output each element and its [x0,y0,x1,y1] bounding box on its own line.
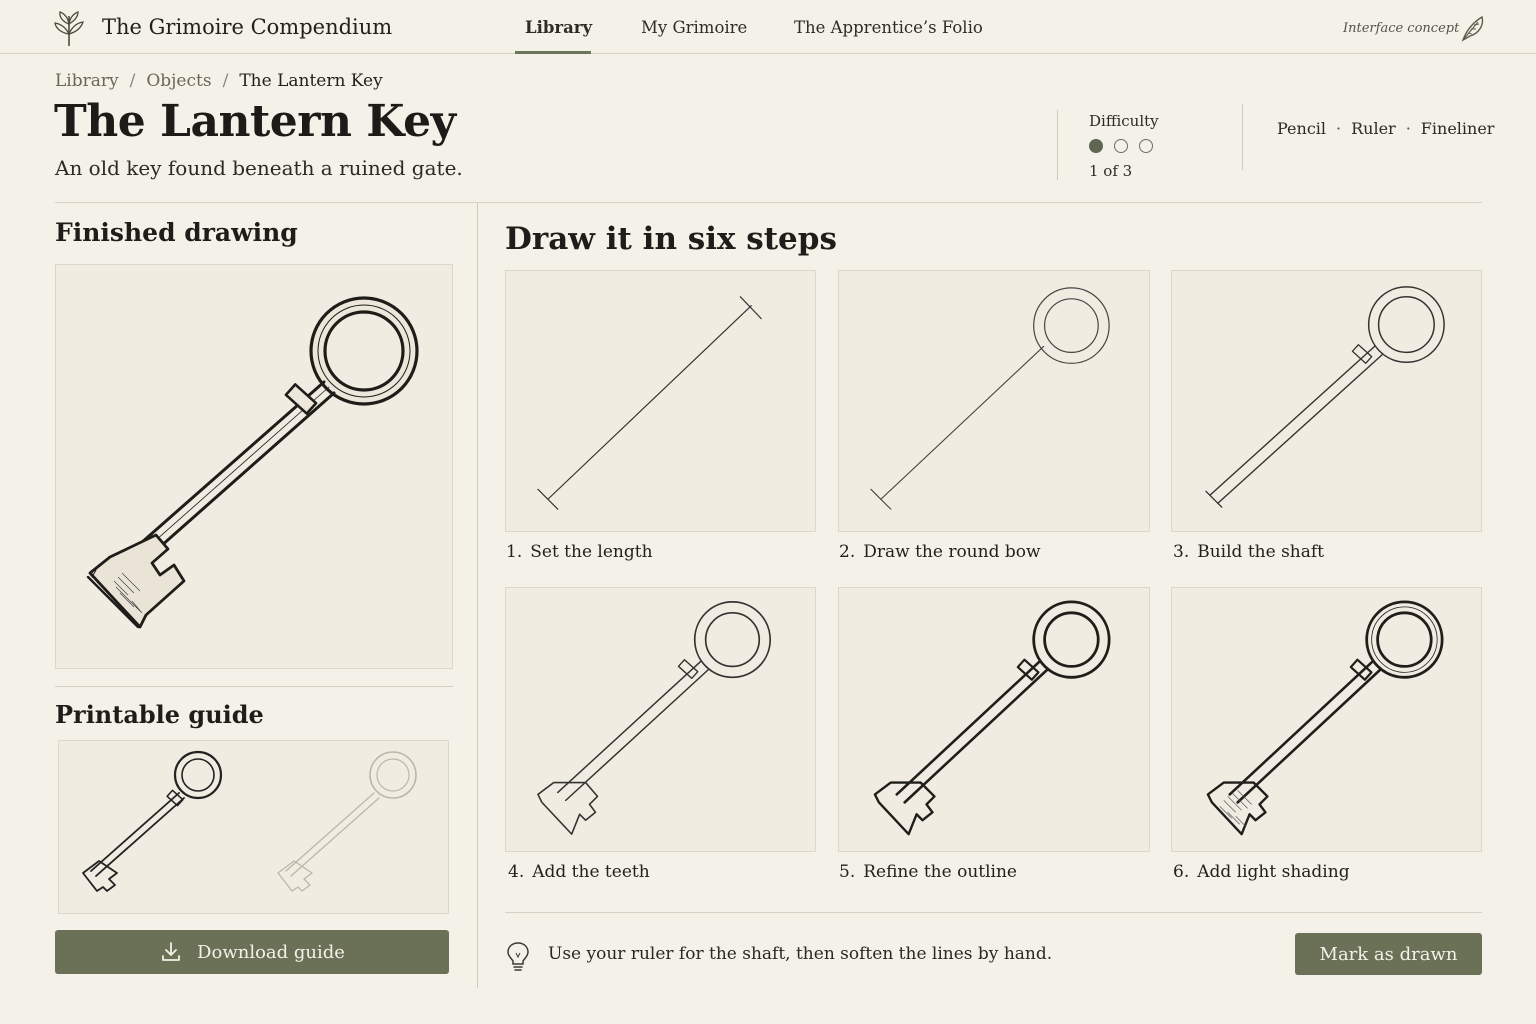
download-guide-button[interactable]: Download guide [55,930,449,974]
column-divider [477,203,478,988]
step-4-caption: 4. Add the teeth [508,862,650,882]
nav-active-indicator [515,51,591,54]
steps-footer-rule [505,912,1482,913]
step-1-caption: 1. Set the length [506,542,653,562]
breadcrumb-objects[interactable]: Objects [146,71,211,91]
breadcrumb-library[interactable]: Library [55,71,119,91]
interface-concept-label: Interface concept [1343,21,1460,36]
step-6-card[interactable] [1171,587,1482,852]
finished-drawing-heading: Finished drawing [55,218,298,247]
difficulty-label: Difficulty [1089,112,1159,130]
breadcrumb-current: The Lantern Key [239,71,383,91]
tool-fineliner: Fineliner [1420,119,1495,138]
leaf-icon [1461,15,1484,42]
app-name[interactable]: The Grimoire Compendium [102,15,392,39]
step-5-caption: 5. Refine the outline [839,862,1017,882]
header-divider [1057,110,1058,180]
download-guide-label: Download guide [197,941,345,963]
header-rule [55,202,1482,203]
step-4-card[interactable] [505,587,816,852]
nav-my-grimoire[interactable]: My Grimoire [641,18,747,37]
step-label: Set the length [530,542,653,562]
step-label: Add the teeth [532,862,650,882]
step-number: 6. [1173,862,1190,882]
nav-apprentices-folio[interactable]: The Apprentice’s Folio [794,18,983,37]
download-icon [162,942,180,961]
difficulty-dot-empty [1114,139,1128,153]
difficulty-dot-filled [1089,139,1103,153]
tool-pencil: Pencil [1277,119,1327,138]
left-column-rule [55,686,453,687]
printable-guide-heading: Printable guide [55,700,264,729]
steps-heading: Draw it in six steps [505,221,837,257]
mark-as-drawn-button[interactable]: Mark as drawn [1295,933,1482,975]
tools-list: Pencil · Ruler · Fineliner [1277,119,1494,138]
breadcrumb-separator: / [222,71,229,91]
step-number: 3. [1173,542,1190,562]
step-label: Build the shaft [1197,542,1325,562]
step-number: 4. [508,862,525,882]
step-label: Add light shading [1197,862,1350,882]
step-3-card[interactable] [1171,270,1482,532]
tool-separator: · [1405,119,1411,138]
drawing-tip: Use your ruler for the shaft, then softe… [548,944,1053,964]
top-nav-bar: The Grimoire Compendium Library My Grimo… [0,0,1536,54]
sprig-logo-icon [54,11,84,46]
step-number: 2. [839,542,856,562]
header-divider [1242,104,1243,170]
printable-guide-preview [58,740,449,914]
tool-ruler: Ruler [1351,119,1396,138]
difficulty-dot-empty [1139,139,1153,153]
difficulty-count: 1 of 3 [1089,162,1133,180]
lightbulb-icon [507,942,529,971]
step-6-caption: 6. Add light shading [1173,862,1350,882]
step-1-card[interactable] [505,270,816,532]
finished-drawing-image [55,264,453,669]
step-label: Refine the outline [863,862,1017,882]
step-number: 1. [506,542,523,562]
page-title: The Lantern Key [54,96,456,147]
step-number: 5. [839,862,856,882]
breadcrumb-separator: / [129,71,136,91]
page-subtitle: An old key found beneath a ruined gate. [55,156,463,180]
tool-separator: · [1336,119,1342,138]
step-2-caption: 2. Draw the round bow [839,542,1041,562]
step-label: Draw the round bow [863,542,1041,562]
step-3-caption: 3. Build the shaft [1173,542,1324,562]
nav-library[interactable]: Library [525,18,592,37]
breadcrumb: Library / Objects / The Lantern Key [55,71,383,91]
step-5-card[interactable] [838,587,1150,852]
step-2-card[interactable] [838,270,1150,532]
